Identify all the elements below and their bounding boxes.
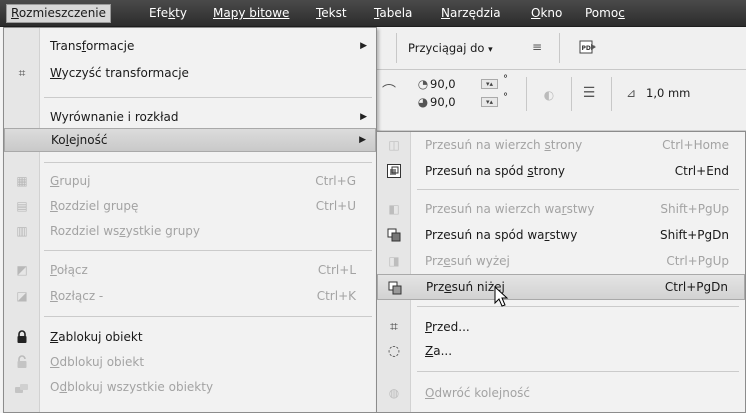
- menu-pomoc[interactable]: Pomoc: [581, 4, 629, 23]
- toolbar-divider: [611, 77, 612, 111]
- menu-separator: [44, 162, 372, 163]
- submenu-arrow-icon: ▶: [359, 135, 366, 145]
- toolbar-divider: [526, 77, 527, 111]
- menu-tabela[interactable]: Tabela: [370, 4, 416, 23]
- submenu-item-spod-strony[interactable]: Przesuń na spód strony Ctrl+End: [377, 158, 745, 184]
- degree-label: °: [503, 74, 508, 85]
- toolbar-divider: [571, 77, 572, 111]
- clear-transform-icon: ⌗: [18, 65, 26, 80]
- arrange-menu: Transformacje ▶ ⌗ Wyczyść transformacje …: [3, 27, 377, 413]
- angle-start-spinner[interactable]: ▾▴: [481, 79, 498, 89]
- to-back-of-layer-icon: [385, 227, 403, 243]
- submenu-arrow-icon: ▶: [360, 41, 367, 51]
- submenu-separator: [417, 189, 739, 190]
- menu-efekty[interactable]: Efekty: [145, 4, 191, 23]
- property-toolbar: Przyciągaj do ▾ ≡ PDF ⌒ ◔ 90,0 ▾▴ ° ◕ 90…: [374, 27, 746, 131]
- menu-item-grupuj[interactable]: ▦ Grupuj Ctrl+G: [4, 169, 376, 193]
- ungroup-icon: ▤: [16, 199, 28, 213]
- pdf-export-icon[interactable]: PDF: [579, 39, 597, 55]
- reverse-order-icon: ◍: [388, 386, 400, 400]
- dropdown-arrow-icon: ▾: [488, 45, 493, 55]
- menu-rozmieszczenie[interactable]: Rozmieszczenie: [6, 4, 112, 23]
- submenu-item-wierzch-warstwy[interactable]: ◧ Przesuń na wierzch warstwy Shift+PgUp: [377, 196, 745, 222]
- to-back-of-page-icon: [385, 163, 403, 179]
- submenu-item-spod-warstwy[interactable]: Przesuń na spód warstwy Shift+PgDn: [377, 222, 745, 248]
- unlock-all-icon: [13, 379, 31, 395]
- angle-start-field[interactable]: 90,0: [430, 77, 456, 91]
- menu-item-polacz[interactable]: ◩ Połącz Ctrl+L: [4, 258, 376, 282]
- menu-item-rozdziel-wszystkie[interactable]: ▥ Rozdziel wszystkie grupy: [4, 219, 376, 243]
- menu-item-wyrownanie[interactable]: Wyrównanie i rozkład ▶: [4, 105, 376, 129]
- menu-bar: Rozmieszczenie Efekty Mapy bitowe Tekst …: [0, 0, 746, 27]
- menu-item-rozlacz[interactable]: ◪ Rozłącz - Ctrl+K: [4, 284, 376, 308]
- submenu-separator: [417, 306, 739, 307]
- menu-separator: [44, 316, 372, 317]
- submenu-separator: [417, 371, 739, 372]
- break-apart-icon: ◪: [16, 289, 28, 303]
- menu-separator: [44, 250, 372, 251]
- in-front-of-icon: ⌗: [390, 319, 398, 335]
- wrap-text-icon[interactable]: ☰: [580, 85, 598, 101]
- menu-narzedzia[interactable]: Narzędzia: [437, 4, 505, 23]
- submenu-item-wyzej[interactable]: ◨ Przesuń wyżej Ctrl+PgUp: [377, 248, 745, 274]
- group-icon: ▦: [16, 174, 28, 188]
- toolbar-row-divider: [374, 69, 746, 70]
- unlock-icon: [13, 354, 31, 370]
- lock-icon: [13, 329, 31, 345]
- menu-item-odblokuj[interactable]: Odblokuj obiekt: [4, 350, 376, 374]
- outline-width-icon: ⊿: [625, 86, 637, 100]
- combine-icon: ◩: [16, 263, 28, 277]
- submenu-item-nizej[interactable]: Przesuń niżej Ctrl+PgDn: [377, 274, 745, 300]
- menu-item-transformacje[interactable]: Transformacje ▶: [4, 34, 376, 58]
- behind-icon: ◌: [387, 343, 401, 359]
- menu-item-rozdziel-grupe[interactable]: ▤ Rozdziel grupę Ctrl+U: [4, 194, 376, 218]
- menu-item-odblokuj-wszystkie[interactable]: Odblokuj wszystkie obiekty: [4, 375, 376, 399]
- angle-end-field[interactable]: 90,0: [430, 95, 456, 109]
- arc-icon: ⌒: [382, 84, 396, 100]
- to-front-of-layer-icon: ◧: [388, 202, 400, 216]
- order-submenu: ◫ Przesuń na wierzch strony Ctrl+Home Pr…: [376, 131, 746, 413]
- to-front-of-page-icon: ◫: [388, 138, 400, 152]
- ungroup-all-icon: ▥: [16, 224, 28, 238]
- toolbar-divider: [559, 33, 560, 63]
- mouse-pointer-icon: [494, 286, 509, 307]
- snap-to-button[interactable]: Przyciągaj do ▾: [408, 41, 493, 55]
- submenu-item-odwroc-kolejnosc[interactable]: ◍ Odwróć kolejność: [377, 380, 745, 406]
- menu-item-wyczysc-transformacje[interactable]: ⌗ Wyczyść transformacje: [4, 61, 376, 85]
- menu-item-kolejnosc[interactable]: Kolejność ▶: [4, 128, 376, 152]
- forward-one-icon: ◨: [388, 254, 400, 268]
- submenu-item-przed[interactable]: ⌗ Przed...: [377, 314, 745, 340]
- back-one-icon: [386, 280, 404, 296]
- outline-width-field[interactable]: 1,0 mm: [646, 86, 690, 100]
- menu-item-zablokuj[interactable]: Zablokuj obiekt: [4, 325, 376, 349]
- direction-icon[interactable]: ◐: [540, 87, 558, 103]
- toolbar-divider: [396, 33, 397, 63]
- menu-okno[interactable]: Okno: [527, 4, 566, 23]
- angle-end-spinner[interactable]: ▾▴: [481, 97, 498, 107]
- submenu-arrow-icon: ▶: [360, 112, 367, 122]
- submenu-item-wierzch-strony[interactable]: ◫ Przesuń na wierzch strony Ctrl+Home: [377, 132, 745, 158]
- menu-mapy-bitowe[interactable]: Mapy bitowe: [209, 4, 293, 23]
- snap-grid-icon[interactable]: ≡: [528, 39, 546, 55]
- submenu-item-za[interactable]: ◌ Za...: [377, 338, 745, 364]
- menu-tekst[interactable]: Tekst: [312, 4, 351, 23]
- degree-label: °: [503, 92, 508, 103]
- menu-separator: [44, 97, 372, 98]
